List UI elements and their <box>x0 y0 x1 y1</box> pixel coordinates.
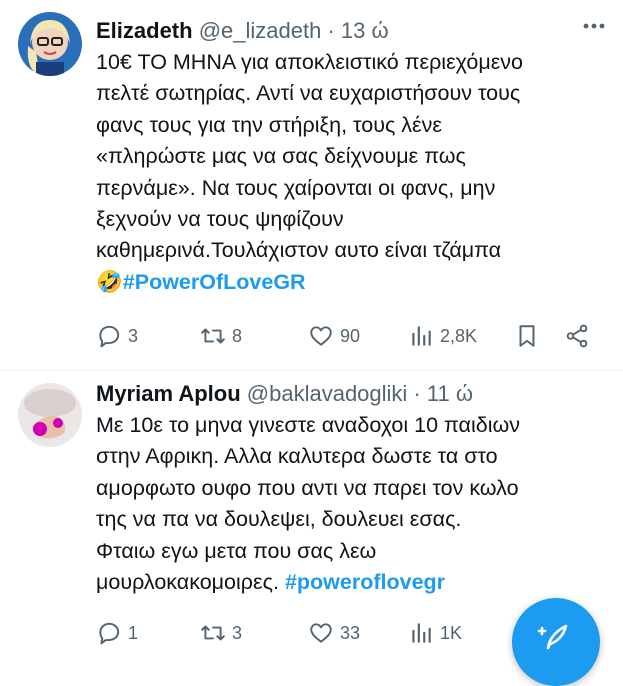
tweet-text-line: στην Αφρικη. Αλλα καλυτερα δωστε τα στο <box>96 444 498 469</box>
tweet-text-line: της να πα να δουλεψει, δουλευει εσας. <box>96 507 462 532</box>
tweet-text: Με 10ε το μηνα γινεστε αναδοχοι 10 παιδι… <box>96 410 611 598</box>
tweet-text-line: πελτέ σωτηρίας. Αντί να ευχαριστήσουν το… <box>96 81 521 106</box>
avatar-image <box>18 383 82 447</box>
like-count: 33 <box>340 623 361 643</box>
avatar-image <box>18 12 82 76</box>
reply-count: 1 <box>128 623 139 643</box>
tweet-time[interactable]: 13 ώ <box>341 18 389 43</box>
tweet-text-line: «πληρώστε μας να σας δείχνουμε πως <box>96 144 466 169</box>
reply-icon <box>99 325 120 348</box>
heart-icon <box>310 326 332 346</box>
tweet-text-line: 🤣#PowerOfLoveGR <box>96 267 611 298</box>
retweet-button[interactable]: 8 <box>200 323 242 349</box>
compose-tweet-button[interactable] <box>512 598 600 686</box>
tweet-text-line: μουρλοκακομοιρες. #poweroflovegr <box>96 567 611 598</box>
retweet-count: 8 <box>232 326 243 346</box>
tweet-actions: 3 8 90 2,8K <box>96 323 611 353</box>
tweet-text-line: Φταιω εγω μετα που σας λεω <box>96 538 377 563</box>
tweet-text-line: 10€ ΤΟ ΜΗΝΑ για αποκλειστικό περιεχόμενο <box>96 50 524 74</box>
like-button[interactable]: 33 <box>308 620 360 646</box>
hashtag-link[interactable]: #poweroflovegr <box>285 570 445 594</box>
heart-icon <box>310 623 332 643</box>
author-handle[interactable]: @baklavadogliki <box>247 381 408 406</box>
reply-button[interactable]: 1 <box>96 620 138 646</box>
like-count: 90 <box>340 326 361 346</box>
bookmark-icon <box>519 325 535 347</box>
separator-dot: · <box>327 18 335 43</box>
share-button[interactable] <box>564 323 596 349</box>
retweet-button[interactable]: 3 <box>200 620 242 646</box>
hashtag-link[interactable]: #PowerOfLoveGR <box>123 270 306 294</box>
tweet-time[interactable]: 11 ώ <box>427 381 473 406</box>
tweet-header: Elizadeth @e_lizadeth · 13 ώ <box>96 18 389 44</box>
retweet-count: 3 <box>232 623 243 643</box>
author-handle[interactable]: @e_lizadeth <box>199 18 322 43</box>
tweet-text-line: φανς τους για την στήριξη, τους λένε <box>96 112 442 137</box>
views-icon <box>412 623 431 643</box>
views-count: 2,8K <box>440 326 478 346</box>
tweet-text-line: ξεχνούν να τους ψηφίζουν <box>96 207 344 232</box>
tweet-text-line: αμορφωτο ουφο που αντι να παρει τον κωλο <box>96 475 519 500</box>
compose-icon <box>537 624 568 650</box>
avatar[interactable] <box>18 383 82 447</box>
bookmark-button[interactable] <box>514 323 546 349</box>
views-button[interactable]: 2,8K <box>408 323 477 349</box>
tweet-text-fragment: μουρλοκακομοιρες. <box>96 570 279 595</box>
retweet-icon <box>201 328 225 344</box>
tweet-text-line: Με 10ε το μηνα γινεστε αναδοχοι 10 παιδι… <box>96 413 521 437</box>
laughing-emoji: 🤣 <box>96 269 123 294</box>
more-options-icon[interactable] <box>579 16 609 36</box>
retweet-icon <box>201 625 225 641</box>
avatar[interactable] <box>18 12 82 76</box>
share-icon <box>566 324 588 348</box>
tweet-text-line: καθημερινά.Τουλάχιστον αυτο είναι τζάμπα <box>96 238 502 263</box>
author-name[interactable]: Elizadeth <box>96 18 193 43</box>
reply-icon <box>99 622 120 645</box>
tweet-header: Myriam Aplou @baklavadogliki · 11 ώ <box>96 381 473 407</box>
views-count: 1K <box>440 623 463 643</box>
views-icon <box>412 326 431 346</box>
separator-dot: · <box>413 381 421 406</box>
reply-button[interactable]: 3 <box>96 323 138 349</box>
tweet-text: 10€ ΤΟ ΜΗΝΑ για αποκλειστικό περιεχόμενο… <box>96 47 611 298</box>
author-name[interactable]: Myriam Aplou <box>96 381 241 406</box>
views-button[interactable]: 1K <box>408 620 462 646</box>
reply-count: 3 <box>128 326 139 346</box>
like-button[interactable]: 90 <box>308 323 360 349</box>
tweet-text-line: περνάμε». Να τους χαίρονται οι φανς, μην <box>96 175 496 200</box>
